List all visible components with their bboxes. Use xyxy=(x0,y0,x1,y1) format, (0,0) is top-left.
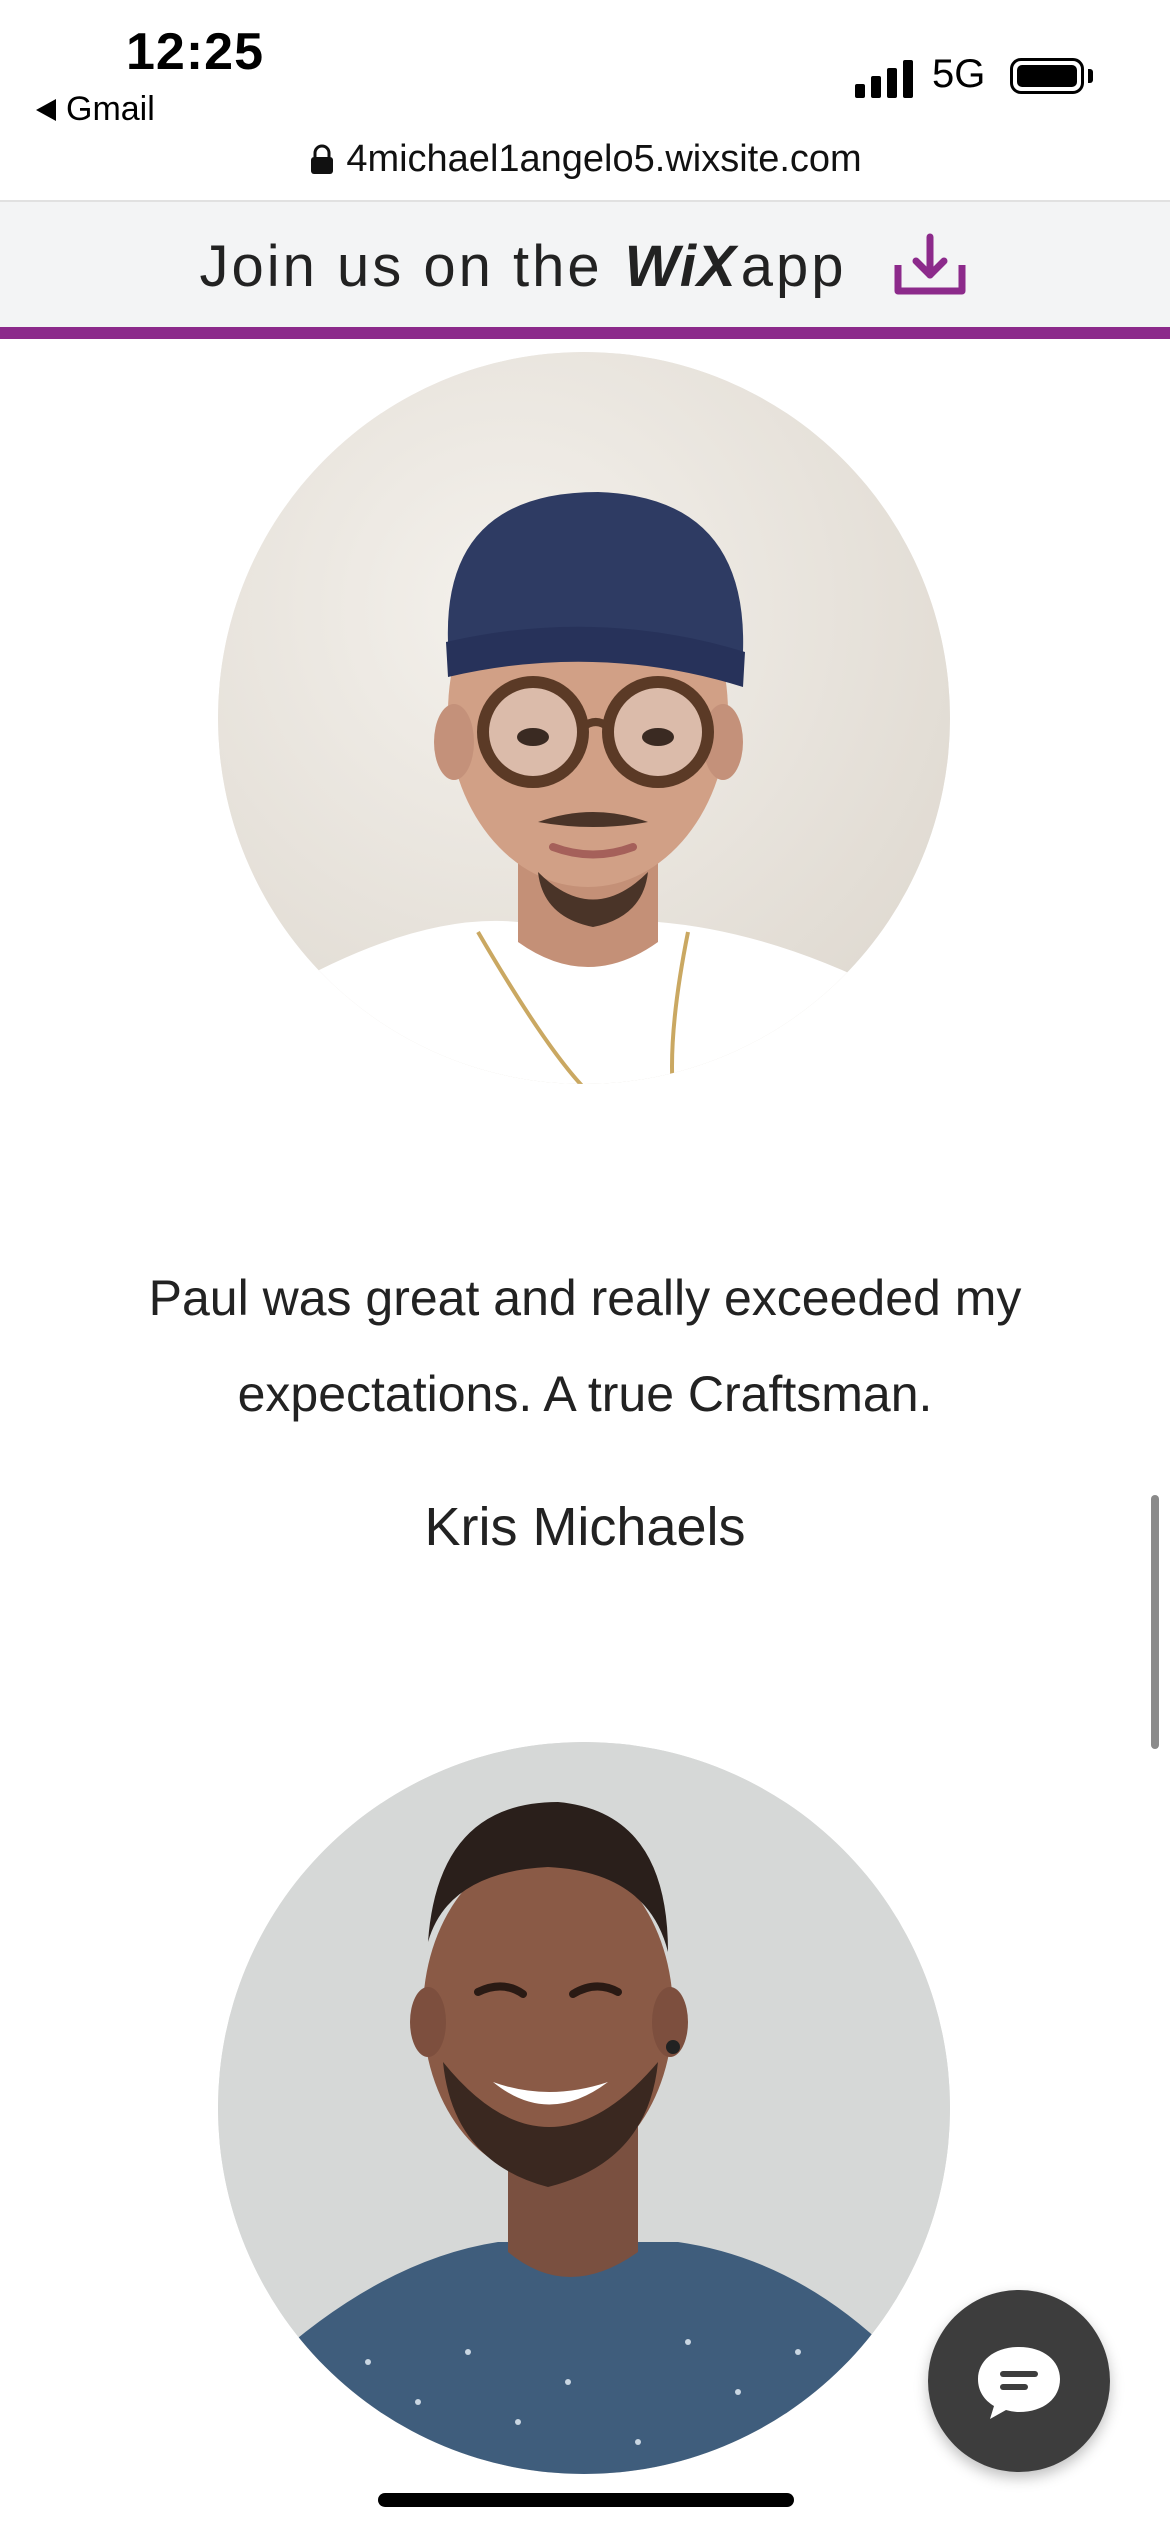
back-to-gmail-link[interactable]: Gmail xyxy=(36,90,155,129)
banner-join-text: Join us on the xyxy=(199,233,603,299)
status-time: 12:25 xyxy=(126,23,264,81)
testimonial-quote: Paul was great and really exceeded my ex… xyxy=(148,1270,1022,1422)
download-icon[interactable] xyxy=(890,231,970,301)
back-app-label: Gmail xyxy=(66,90,155,128)
testimonial-photo-2 xyxy=(218,1742,950,2474)
back-arrow-icon xyxy=(36,98,56,121)
testimonial-photo-1 xyxy=(218,352,950,1084)
url-bar[interactable]: 4michael1angelo5.wixsite.com xyxy=(0,138,1170,181)
wix-logo: WiX xyxy=(624,233,737,299)
chat-bubble-icon xyxy=(978,2347,1060,2419)
signal-icon xyxy=(855,58,913,98)
testimonial-author: Kris Michaels xyxy=(424,1497,746,1557)
chat-button[interactable] xyxy=(928,2290,1110,2472)
network-type: 5G xyxy=(932,52,986,96)
home-indicator[interactable] xyxy=(378,2493,794,2507)
battery-tip xyxy=(1088,69,1093,83)
banner-app-text: app xyxy=(740,233,847,299)
banner-accent-line xyxy=(0,327,1170,339)
lock-icon xyxy=(308,143,336,177)
status-bar: 12:25 Gmail 5G xyxy=(0,0,1170,140)
battery-icon xyxy=(1010,58,1084,94)
wix-app-banner[interactable]: Join us on the WiX app xyxy=(0,200,1170,330)
url-text: 4michael1angelo5.wixsite.com xyxy=(346,138,862,180)
page-scrollbar[interactable] xyxy=(1151,1495,1159,1749)
